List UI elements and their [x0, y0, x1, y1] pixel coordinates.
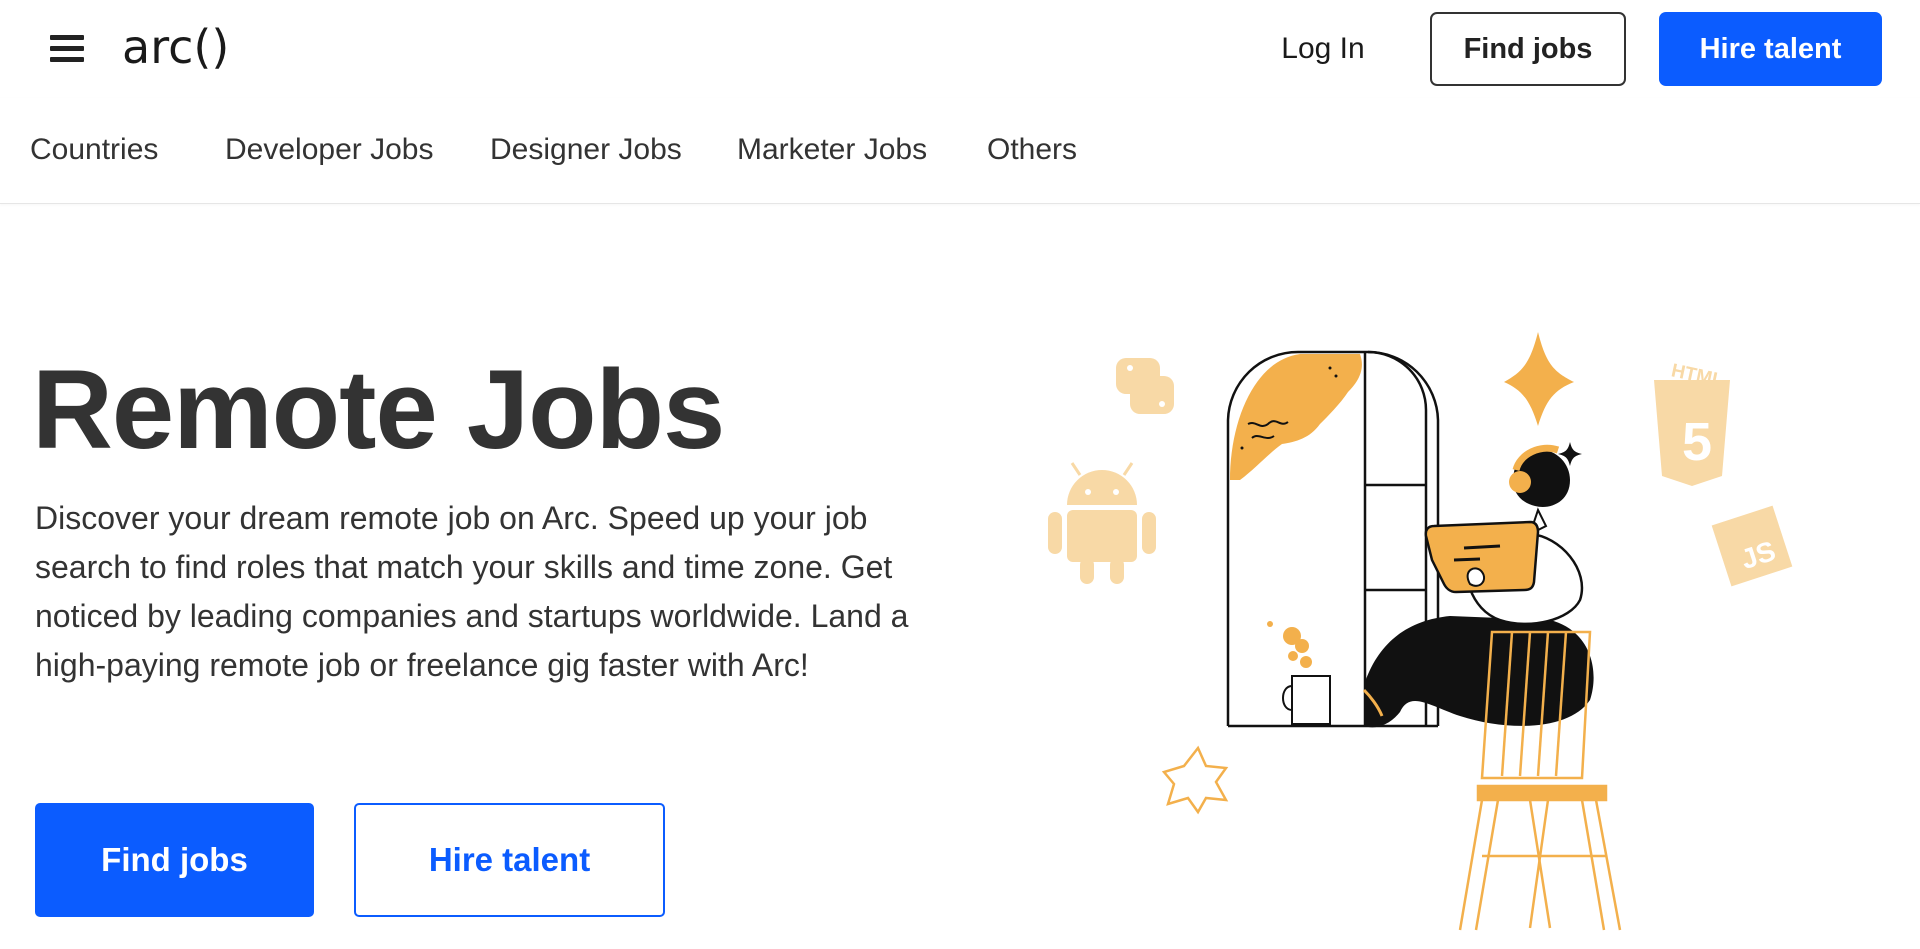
starburst-icon — [1161, 745, 1229, 815]
hero-description: Discover your dream remote job on Arc. S… — [35, 500, 909, 683]
page-title: Remote Jobs — [32, 347, 725, 472]
subnav-item-others[interactable]: Others — [987, 130, 1077, 170]
category-subnav: Countries Developer Jobs Designer Jobs M… — [0, 98, 1920, 204]
find-jobs-nav-button[interactable]: Find jobs — [1430, 12, 1626, 86]
javascript-logo-icon: JS — [1711, 505, 1793, 587]
coffee-mug-icon — [1267, 621, 1331, 725]
html5-version-label: 5 — [1682, 412, 1712, 472]
person-with-laptop — [1362, 444, 1594, 728]
html5-logo-icon: HTML 5 — [1654, 360, 1730, 486]
subnav-item-marketer-jobs[interactable]: Marketer Jobs — [737, 130, 927, 170]
hire-talent-button[interactable]: Hire talent — [354, 803, 665, 917]
large-sparkle-icon — [1504, 332, 1574, 426]
find-jobs-button[interactable]: Find jobs — [35, 803, 314, 917]
android-logo-icon — [1048, 462, 1156, 584]
top-navbar: arc() Log In Find jobs Hire talent — [0, 0, 1920, 98]
subnav-item-countries[interactable]: Countries — [30, 130, 158, 170]
python-logo-icon — [1116, 358, 1174, 414]
subnav-item-developer-jobs[interactable]: Developer Jobs — [225, 130, 433, 170]
hire-talent-nav-button[interactable]: Hire talent — [1659, 12, 1882, 86]
subnav-item-designer-jobs[interactable]: Designer Jobs — [490, 130, 682, 170]
arc-logo[interactable]: arc() — [122, 20, 229, 74]
hamburger-menu-icon[interactable] — [48, 33, 86, 65]
hero-illustration: HTML 5 JS — [1048, 332, 1793, 931]
login-link[interactable]: Log In — [1270, 28, 1376, 70]
